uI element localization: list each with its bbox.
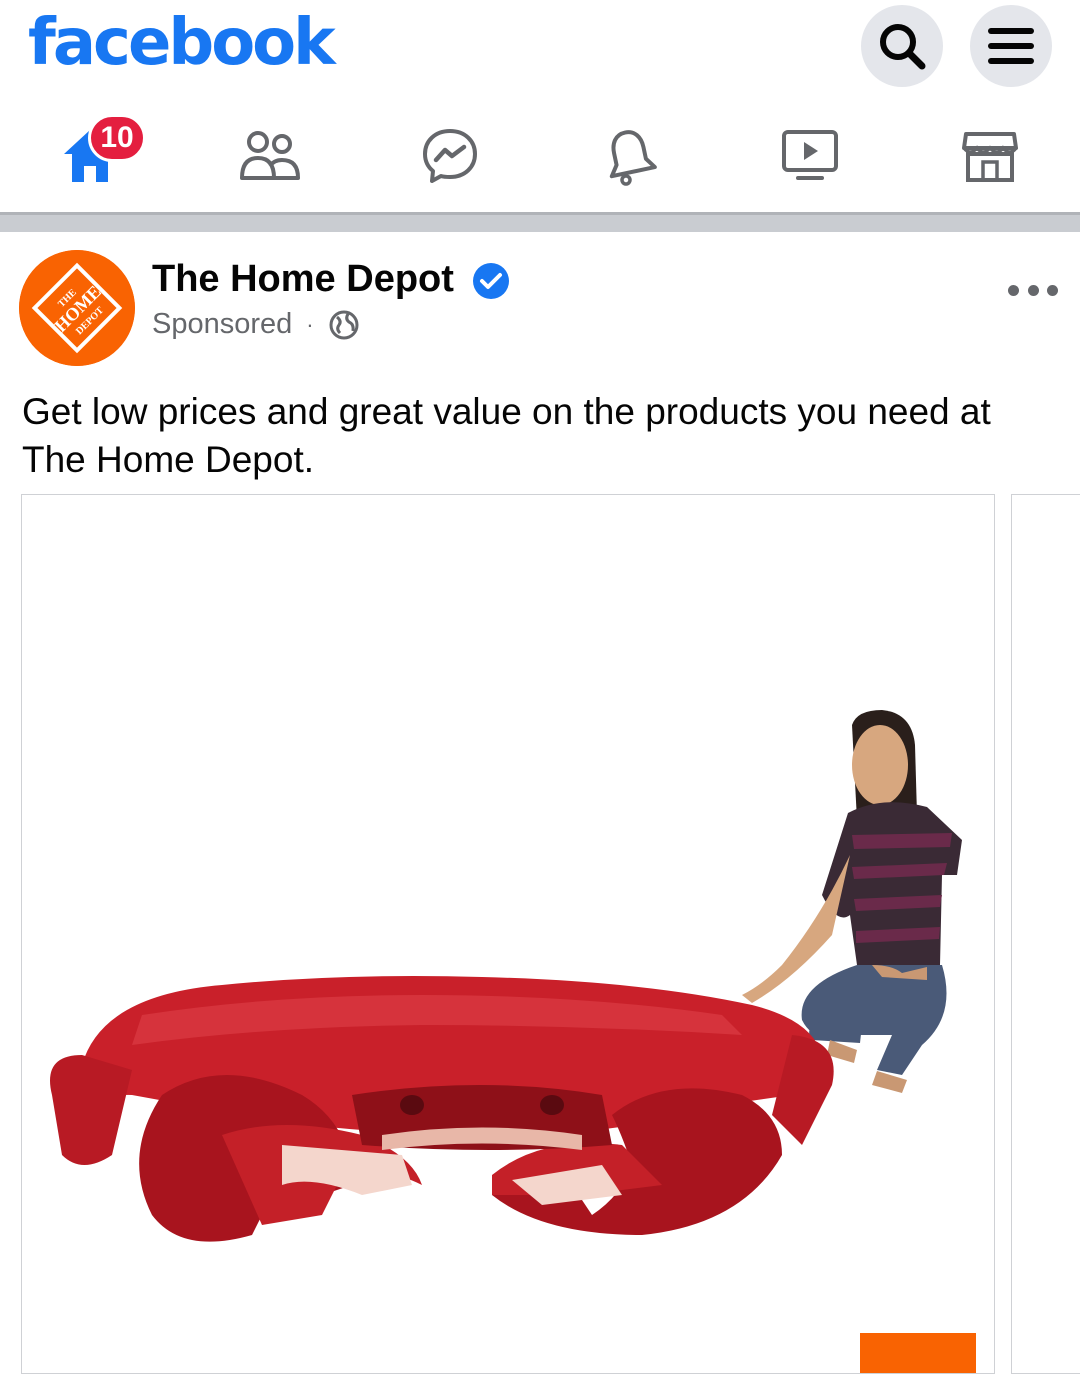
video-icon (782, 130, 838, 180)
tab-bar: 10 (0, 100, 1080, 212)
hamburger-menu-icon (988, 28, 1034, 64)
tab-watch[interactable] (760, 114, 860, 198)
search-icon (880, 24, 926, 70)
facebook-logo[interactable]: facebook (28, 6, 336, 80)
tab-friends[interactable] (220, 114, 320, 198)
globe-icon (329, 310, 359, 339)
product-image[interactable] (22, 495, 995, 1374)
marketplace-icon (962, 132, 1018, 182)
post-body-text: Get low prices and great value on the pr… (22, 391, 991, 480)
bell-icon (609, 130, 657, 186)
meta-separator: · (306, 311, 314, 337)
menu-button[interactable] (970, 5, 1052, 87)
promo-tag (860, 1333, 976, 1373)
more-options-button[interactable] (1008, 280, 1058, 300)
more-dot (1047, 284, 1058, 296)
notification-count-badge: 10 (88, 114, 146, 162)
tab-notifications[interactable] (580, 114, 680, 198)
messenger-icon (423, 129, 477, 183)
sponsored-label[interactable]: Sponsored (152, 308, 292, 341)
post-header: THE HOME DEPOT The Home Depot Sponsored … (0, 232, 1080, 382)
carousel-card[interactable] (21, 494, 995, 1374)
verified-badge-icon (473, 263, 509, 299)
feed-divider (0, 212, 1080, 232)
home-depot-logo: THE HOME DEPOT (19, 250, 135, 366)
more-dot (1008, 284, 1019, 296)
search-button[interactable] (861, 5, 943, 87)
friends-icon (240, 131, 300, 180)
tab-marketplace[interactable] (940, 114, 1040, 198)
post-meta: Sponsored · (152, 308, 360, 341)
more-dot (1027, 284, 1039, 296)
page-name[interactable]: The Home Depot (152, 258, 454, 301)
page-avatar[interactable]: THE HOME DEPOT (19, 250, 135, 366)
next-carousel-card[interactable] (1011, 494, 1080, 1374)
crab-statue (50, 976, 834, 1242)
top-bar: facebook (0, 0, 1080, 100)
tab-messenger[interactable] (400, 114, 500, 198)
